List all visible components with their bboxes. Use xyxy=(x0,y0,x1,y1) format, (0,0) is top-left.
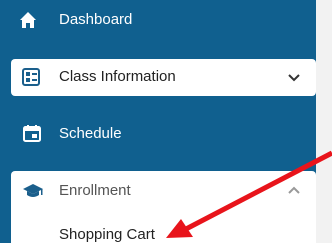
home-icon xyxy=(19,11,37,29)
calendar-icon xyxy=(23,124,41,142)
sidebar-nav: Dashboard Class Information Schedule Enr… xyxy=(0,0,332,243)
chevron-down-icon[interactable] xyxy=(286,69,302,85)
chevron-up-icon[interactable] xyxy=(286,183,302,199)
page-edge xyxy=(316,0,332,243)
enrollment-panel: Enrollment Shopping Cart xyxy=(11,171,316,243)
graduation-cap-icon xyxy=(22,182,44,200)
sidebar-item-class-information[interactable]: Class Information xyxy=(11,59,316,96)
sidebar-item-dashboard[interactable]: Dashboard xyxy=(0,4,316,36)
sidebar-item-enrollment[interactable]: Enrollment xyxy=(11,171,316,211)
sidebar-item-label: Dashboard xyxy=(59,11,133,28)
sidebar-item-label: Schedule xyxy=(59,125,122,142)
class-info-icon xyxy=(22,68,40,86)
sidebar-subitem-shopping-cart[interactable]: Shopping Cart xyxy=(59,226,155,243)
sidebar-item-schedule[interactable]: Schedule xyxy=(0,118,316,150)
sidebar-item-label: Enrollment xyxy=(59,182,131,199)
sidebar-item-label: Class Information xyxy=(59,68,176,85)
